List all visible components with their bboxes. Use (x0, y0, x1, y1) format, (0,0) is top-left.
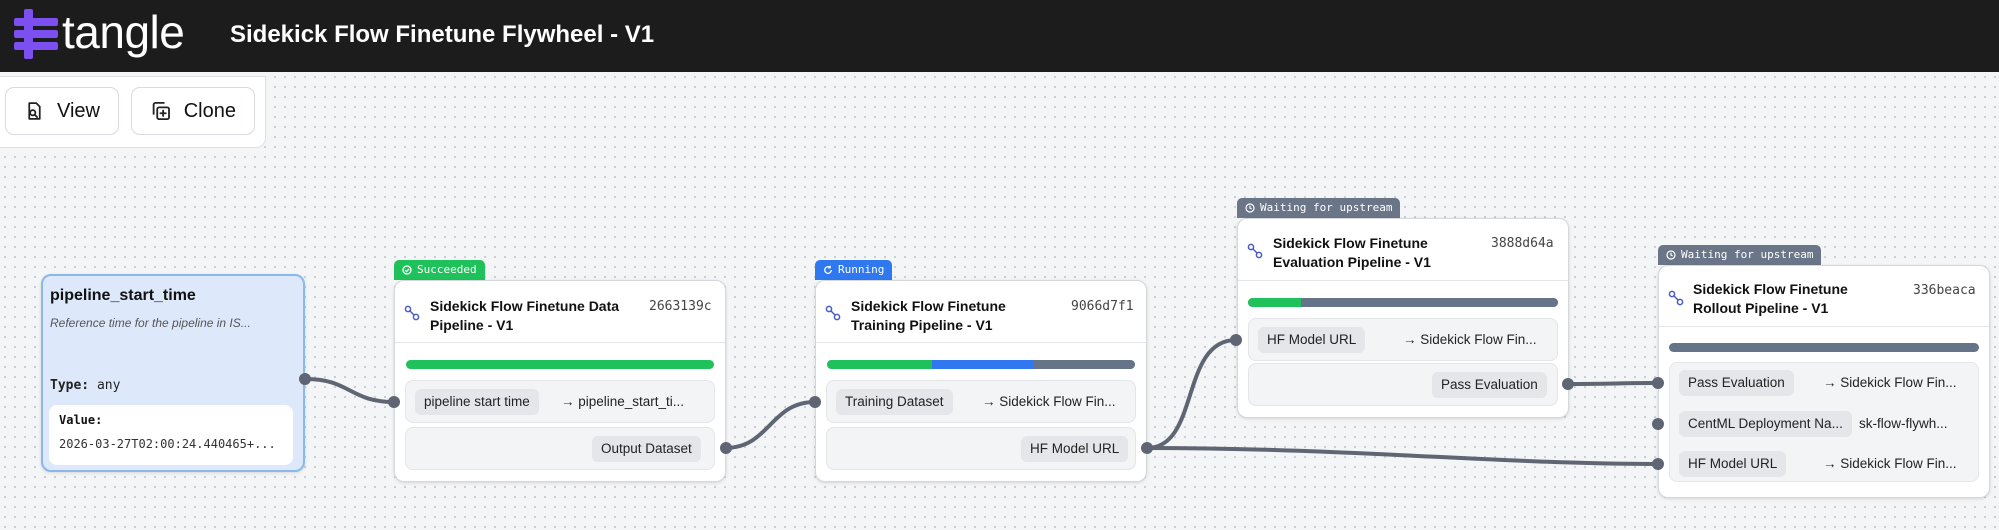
progress-bar (1248, 298, 1558, 307)
tangle-logo-icon (14, 9, 58, 59)
refresh-icon (824, 265, 832, 274)
node-hash: 336beaca (1913, 283, 1976, 298)
input-name-pill: Training Dataset (836, 389, 953, 415)
canvas-toolbar: View Clone (0, 76, 266, 148)
output-handle-pass-evaluation[interactable] (1562, 378, 1574, 390)
copy-plus-icon (152, 101, 170, 121)
input-handle-training-dataset[interactable] (809, 396, 821, 408)
input-handle-pass-evaluation[interactable] (1652, 377, 1664, 389)
value-text: 2026-03-27T02:00:24.440465+... (59, 437, 276, 451)
status-text: Running (838, 263, 885, 276)
node-title: Sidekick Flow Finetune Data Pipeline - V1 (430, 297, 619, 335)
progress-waiting (1300, 298, 1558, 307)
input-value: → Sidekick Flow Fin... (1403, 332, 1537, 347)
input-node-type: Type: any (50, 378, 120, 393)
output-handle-pipeline-start-time[interactable] (299, 373, 311, 385)
input-name-pill: HF Model URL (1258, 327, 1366, 353)
progress-succeeded (1248, 298, 1301, 307)
app-header: tangle Sidekick Flow Finetune Flywheel -… (0, 0, 1999, 72)
output-name-pill: Pass Evaluation (1432, 372, 1547, 398)
node-title-line1: Sidekick Flow Finetune Data (430, 298, 620, 314)
clone-button[interactable]: Clone (131, 87, 255, 135)
node-title: Sidekick Flow Finetune Rollout Pipeline -… (1693, 280, 1848, 318)
workflow-icon (1668, 290, 1684, 306)
input-handle-hf-model-url[interactable] (1230, 334, 1242, 346)
view-button-label: View (57, 99, 100, 122)
node-title-line1: Sidekick Flow Finetune (1273, 235, 1428, 251)
progress-bar (827, 360, 1135, 369)
node-hash: 3888d64a (1491, 236, 1554, 251)
status-badge: Waiting for upstream (1658, 245, 1822, 265)
input-node-description: Reference time for the pipeline in IS... (50, 316, 251, 330)
check-circle-icon (402, 265, 412, 275)
output-handle-output-dataset[interactable] (720, 442, 732, 454)
output-handle-hf-model-url[interactable] (1141, 442, 1153, 454)
node-title-line2: Pipeline - V1 (430, 317, 514, 333)
status-text: Waiting for upstream (1681, 248, 1814, 261)
status-badge: Succeeded (394, 260, 485, 280)
input-name-pill: pipeline start time (415, 389, 539, 415)
input-node-value-box: Value: 2026-03-27T02:00:24.440465+... (49, 405, 293, 465)
view-button[interactable]: View (5, 87, 119, 135)
workflow-icon (825, 305, 841, 321)
node-title: Sidekick Flow Finetune Evaluation Pipelin… (1273, 234, 1431, 272)
type-value: any (96, 378, 121, 393)
input-name-pill: CentML Deployment Na... (1679, 411, 1852, 437)
input-handle-hf-model-url[interactable] (1652, 458, 1664, 470)
value-label: Value: (59, 413, 103, 427)
output-name-pill: HF Model URL (1021, 436, 1129, 462)
input-handle-pipeline-start-time[interactable] (388, 396, 400, 408)
input-value: → Sidekick Flow Fin... (982, 394, 1116, 409)
progress-waiting (1033, 360, 1135, 369)
node-divider (1238, 280, 1568, 281)
progress-succeeded (406, 360, 714, 369)
status-text: Waiting for upstream (1260, 201, 1393, 214)
output-name-pill: Output Dataset (592, 436, 701, 462)
status-text: Succeeded (417, 263, 477, 276)
pipeline-title: Sidekick Flow Finetune Flywheel - V1 (230, 21, 655, 48)
progress-running (931, 360, 1034, 369)
input-value: → Sidekick Flow Fin... (1823, 456, 1957, 471)
progress-bar (406, 360, 714, 369)
type-label: Type: (50, 378, 90, 393)
workflow-icon (404, 305, 420, 321)
input-value: → Sidekick Flow Fin... (1823, 375, 1957, 390)
node-title: Sidekick Flow Finetune Training Pipeline … (851, 297, 1006, 335)
input-value: → pipeline_start_ti... (561, 394, 685, 409)
node-title-line2: Evaluation Pipeline - V1 (1273, 254, 1431, 270)
progress-waiting (1669, 343, 1979, 352)
brand-name[interactable]: tangle (62, 6, 185, 58)
status-badge: Waiting for upstream (1237, 198, 1401, 218)
input-name-pill: HF Model URL (1679, 451, 1787, 477)
node-hash: 2663139c (649, 299, 712, 314)
status-badge: Running (815, 260, 893, 280)
input-handle-centml-deployment-name[interactable] (1652, 418, 1664, 430)
workflow-icon (1247, 243, 1263, 259)
progress-succeeded (827, 360, 932, 369)
clock-icon (1666, 250, 1676, 260)
node-title-line2: Training Pipeline - V1 (851, 317, 993, 333)
progress-bar (1669, 343, 1979, 352)
node-title-line1: Sidekick Flow Finetune (1693, 281, 1848, 297)
input-value: sk-flow-flywh... (1859, 416, 1948, 431)
node-title-line1: Sidekick Flow Finetune (851, 298, 1006, 314)
input-node-name: pipeline_start_time (50, 287, 196, 304)
document-view-icon (28, 102, 41, 120)
node-divider (1659, 326, 1989, 327)
clock-icon (1245, 203, 1255, 213)
input-name-pill: Pass Evaluation (1679, 370, 1794, 396)
clone-button-label: Clone (183, 99, 236, 122)
node-title-line2: Rollout Pipeline - V1 (1693, 300, 1829, 316)
node-divider (816, 342, 1146, 343)
node-hash: 9066d7f1 (1071, 299, 1134, 314)
node-divider (395, 342, 725, 343)
